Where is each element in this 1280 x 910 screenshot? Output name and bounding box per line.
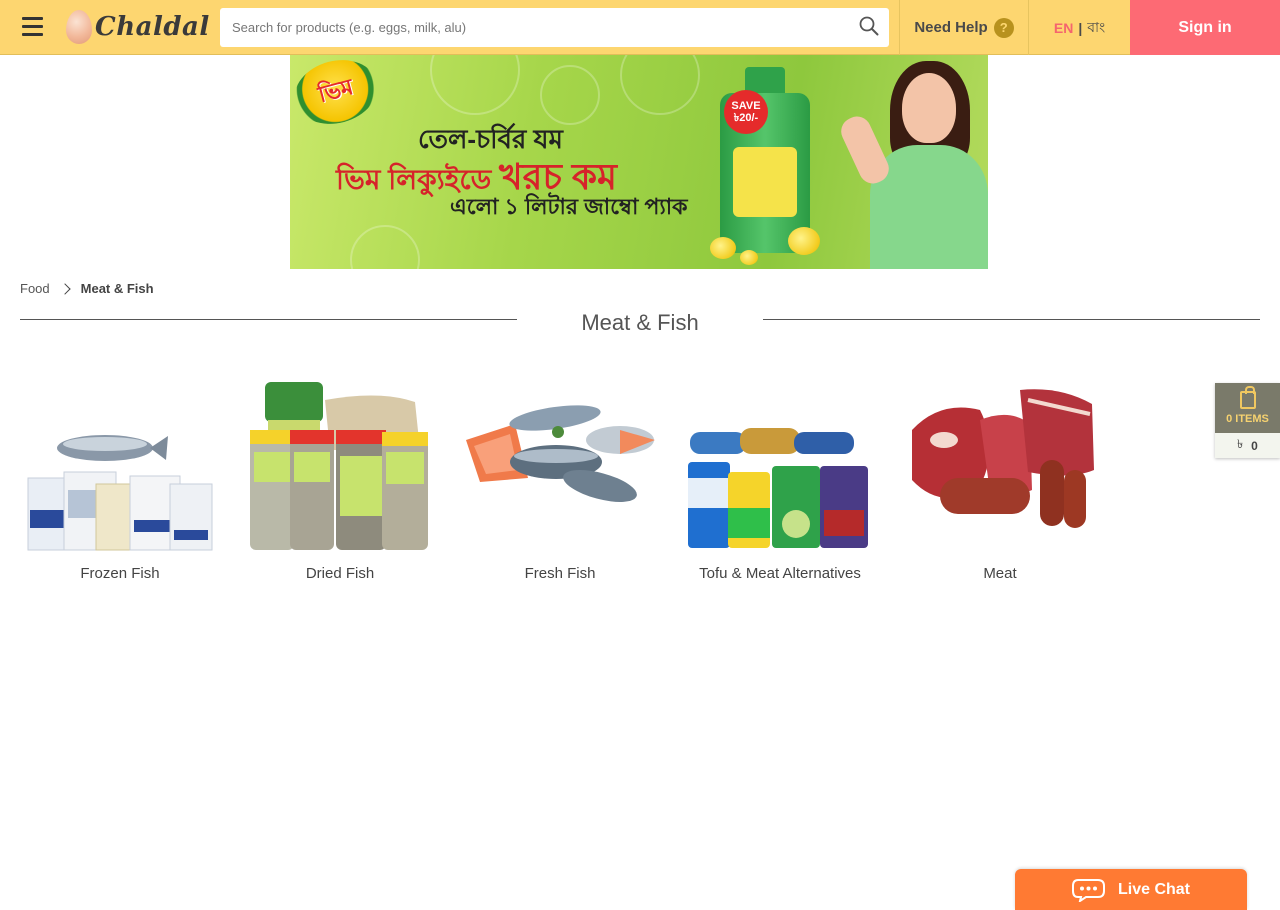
search-icon[interactable] <box>859 16 879 36</box>
shopping-bag-icon <box>1239 386 1256 409</box>
live-chat-label: Live Chat <box>1117 880 1190 898</box>
logo[interactable]: Chaldal <box>66 6 210 48</box>
meat-image <box>912 389 1094 528</box>
need-help-label: Need Help <box>914 19 988 36</box>
page-title: Meat & Fish <box>581 310 699 335</box>
logo-text: Chaldal <box>95 12 210 42</box>
egg-icon <box>66 10 92 44</box>
category-label: Frozen Fish <box>80 565 160 582</box>
banner-tagline: এলো ১ লিটার জাম্বো প্যাক <box>450 194 688 219</box>
category-label: Tofu & Meat Alternatives <box>699 565 861 582</box>
fresh-fish-image <box>466 405 655 502</box>
cart-total-value: 0 <box>1251 438 1258 453</box>
title-divider-right <box>763 319 1260 320</box>
lemon-image <box>740 250 758 265</box>
breadcrumb-food-link[interactable]: Food <box>20 281 50 296</box>
category-meat[interactable]: Meat <box>900 360 1100 590</box>
save-badge: SAVE ৳20/- <box>724 90 768 134</box>
save-badge-amount: ৳20/- <box>733 112 759 124</box>
breadcrumb: Food Meat & Fish <box>20 281 154 296</box>
category-grid: Frozen Fish Dried Fish Fresh Fish Tofu &… <box>20 360 1120 590</box>
lemon-image <box>710 237 736 259</box>
cart-total: ৳ 0 <box>1215 433 1280 458</box>
cart-widget[interactable]: 0 ITEMS ৳ 0 <box>1215 383 1280 458</box>
category-label: Fresh Fish <box>524 565 596 582</box>
chevron-right-icon <box>58 282 71 295</box>
model-image <box>836 55 988 269</box>
lang-bn-link[interactable]: বাং <box>1087 16 1105 40</box>
category-fresh-fish[interactable]: Fresh Fish <box>460 360 660 590</box>
category-dried-fish[interactable]: Dried Fish <box>240 360 440 590</box>
need-help-button[interactable]: Need Help ? <box>899 0 1028 55</box>
frozen-fish-image <box>27 435 213 551</box>
search-input[interactable] <box>220 8 889 47</box>
breadcrumb-current: Meat & Fish <box>80 281 154 296</box>
category-label: Dried Fish <box>305 565 375 582</box>
taka-symbol: ৳ <box>1237 436 1244 451</box>
title-divider-left <box>20 319 517 320</box>
lang-en-link[interactable]: EN <box>1054 20 1073 36</box>
cart-summary: 0 ITEMS <box>1215 383 1280 433</box>
save-badge-label: SAVE <box>731 100 761 112</box>
promo-banner[interactable]: ভিম তেল-চর্বির যম ভিম লিক্যুইডে খরচ কম এ… <box>290 55 988 269</box>
cart-items-count: 0 ITEMS <box>1226 413 1269 425</box>
header: Chaldal Need Help ? EN | বাং Sign in <box>0 0 1280 55</box>
category-label: Meat <box>983 565 1017 582</box>
canned-food-image <box>688 428 868 548</box>
question-icon: ? <box>993 17 1014 38</box>
dried-fish-image <box>250 382 428 550</box>
vim-brand: ভিম <box>315 73 356 107</box>
lemon-image <box>788 227 820 255</box>
search-box <box>220 8 889 47</box>
menu-icon[interactable] <box>22 17 43 37</box>
category-frozen-fish[interactable]: Frozen Fish <box>20 360 220 590</box>
lang-separator: | <box>1078 19 1083 36</box>
category-tofu-meat-alternatives[interactable]: Tofu & Meat Alternatives <box>680 360 880 590</box>
vim-logo: ভিম <box>290 55 385 133</box>
chat-bubble-icon <box>1071 878 1105 902</box>
language-switcher: EN | বাং <box>1028 0 1130 55</box>
signin-button[interactable]: Sign in <box>1130 0 1280 55</box>
live-chat-button[interactable]: Live Chat <box>1015 869 1247 910</box>
